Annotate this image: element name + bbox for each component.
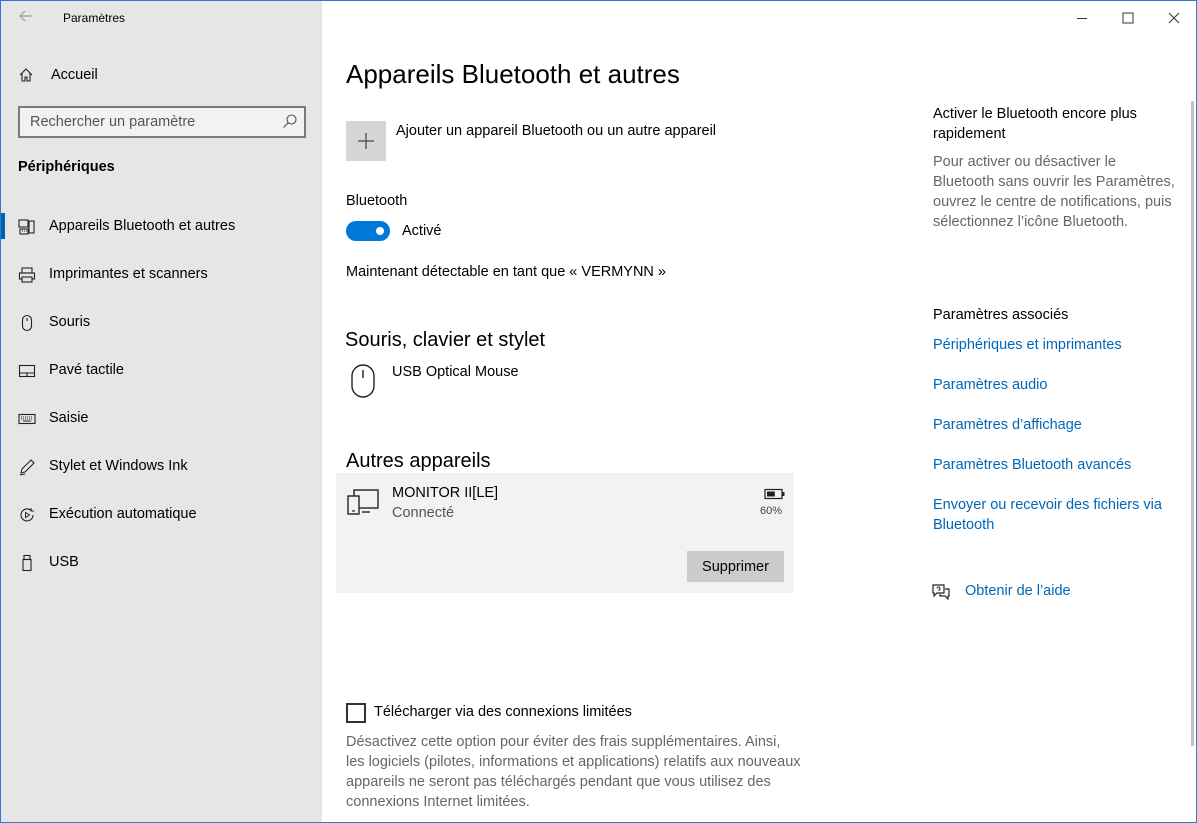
pen-icon [19,459,35,476]
back-button[interactable] [15,7,37,29]
sidebar-item-label: Exécution automatique [49,506,197,522]
device-icon [347,489,379,515]
search-box[interactable] [18,106,306,138]
sidebar-item-label: Stylet et Windows Ink [49,458,188,474]
scrollbar[interactable] [1191,101,1194,746]
sidebar-item-label: Pavé tactile [49,362,124,378]
home-nav-item[interactable]: Accueil [1,57,322,93]
link-audio-settings[interactable]: Paramètres audio [933,375,1178,395]
home-label: Accueil [51,67,98,83]
settings-window: Paramètres Accueil Périphériques Apparei… [0,0,1197,823]
sidebar-item-printers[interactable]: Imprimantes et scanners [1,255,322,295]
sidebar-item-label: Saisie [49,410,89,426]
sidebar-item-mouse[interactable]: Souris [1,303,322,343]
active-indicator [1,213,5,239]
add-device-button[interactable] [346,121,386,161]
device-name: USB Optical Mouse [392,364,519,380]
discoverable-text: Maintenant détectable en tant que « VERM… [346,264,666,280]
minimize-icon [1077,18,1087,19]
sidebar-item-autoplay[interactable]: Exécution automatique [1,495,322,535]
bluetooth-devices-icon [18,219,35,235]
plus-icon [358,133,374,149]
usb-icon [22,554,32,572]
tip-title: Activer le Bluetooth encore plus rapidem… [933,106,1137,142]
sidebar-item-pen[interactable]: Stylet et Windows Ink [1,447,322,487]
battery-icon [764,488,785,500]
get-help-link[interactable]: Obtenir de l’aide [965,583,1071,599]
sidebar-item-bluetooth[interactable]: Appareils Bluetooth et autres [1,207,322,247]
maximize-button[interactable] [1105,5,1151,31]
link-advanced-bluetooth[interactable]: Paramètres Bluetooth avancés [933,455,1178,475]
app-title: Paramètres [63,11,126,25]
battery-percentage: 60% [760,505,783,517]
other-devices-section-title: Autres appareils [346,450,491,472]
bluetooth-label: Bluetooth [346,193,408,209]
toggle-knob [376,227,384,235]
sidebar-section-header: Périphériques [18,159,115,175]
device-card-selected[interactable]: MONITOR II[LE] Connecté 60% Supprimer [336,473,794,593]
device-status: Connecté [392,505,455,521]
sidebar-item-label: Imprimantes et scanners [49,266,208,282]
sidebar-item-touchpad[interactable]: Pavé tactile [1,351,322,391]
metered-download-label[interactable]: Télécharger via des connexions limitées [374,704,632,720]
sidebar-item-label: USB [49,554,79,570]
touchpad-icon [18,364,36,378]
metered-download-description: Désactivez cette option pour éviter des … [346,734,801,810]
device-name: MONITOR II[LE] [392,485,499,501]
close-icon [1168,12,1180,24]
maximize-icon [1122,12,1134,24]
search-input[interactable] [30,113,270,131]
sidebar-item-typing[interactable]: Saisie [1,399,322,439]
printer-icon [18,267,36,283]
link-devices-printers[interactable]: Périphériques et imprimantes [933,335,1178,355]
sidebar-item-usb[interactable]: USB [1,543,322,583]
link-send-receive-files[interactable]: Envoyer ou recevoir des fichiers via Blu… [933,495,1178,535]
related-settings-title: Paramètres associés [933,307,1069,323]
remove-device-button[interactable]: Supprimer [687,551,784,582]
home-icon [19,68,33,82]
link-display-settings[interactable]: Paramètres d’affichage [933,415,1178,435]
bluetooth-toggle[interactable] [346,221,390,241]
autoplay-icon [20,508,34,522]
close-button[interactable] [1151,5,1196,31]
sidebar-item-label: Souris [49,314,91,330]
help-chat-icon [932,584,950,601]
keyboard-icon [18,413,36,425]
mouse-icon [351,364,375,398]
mouse-section-title: Souris, clavier et stylet [345,329,546,351]
search-icon[interactable] [282,113,298,129]
tip-text: Pour activer ou désactiver le Bluetooth … [933,154,1175,230]
add-device-label[interactable]: Ajouter un appareil Bluetooth ou un autr… [396,123,716,139]
metered-download-checkbox[interactable] [346,703,366,723]
minimize-button[interactable] [1059,5,1105,31]
page-title: Appareils Bluetooth et autres [346,59,680,89]
sidebar: Paramètres Accueil Périphériques Apparei… [1,1,322,822]
bluetooth-state-label: Activé [402,223,442,239]
mouse-icon [21,314,33,332]
arrow-left-icon [19,10,32,22]
sidebar-item-label: Appareils Bluetooth et autres [49,218,236,234]
